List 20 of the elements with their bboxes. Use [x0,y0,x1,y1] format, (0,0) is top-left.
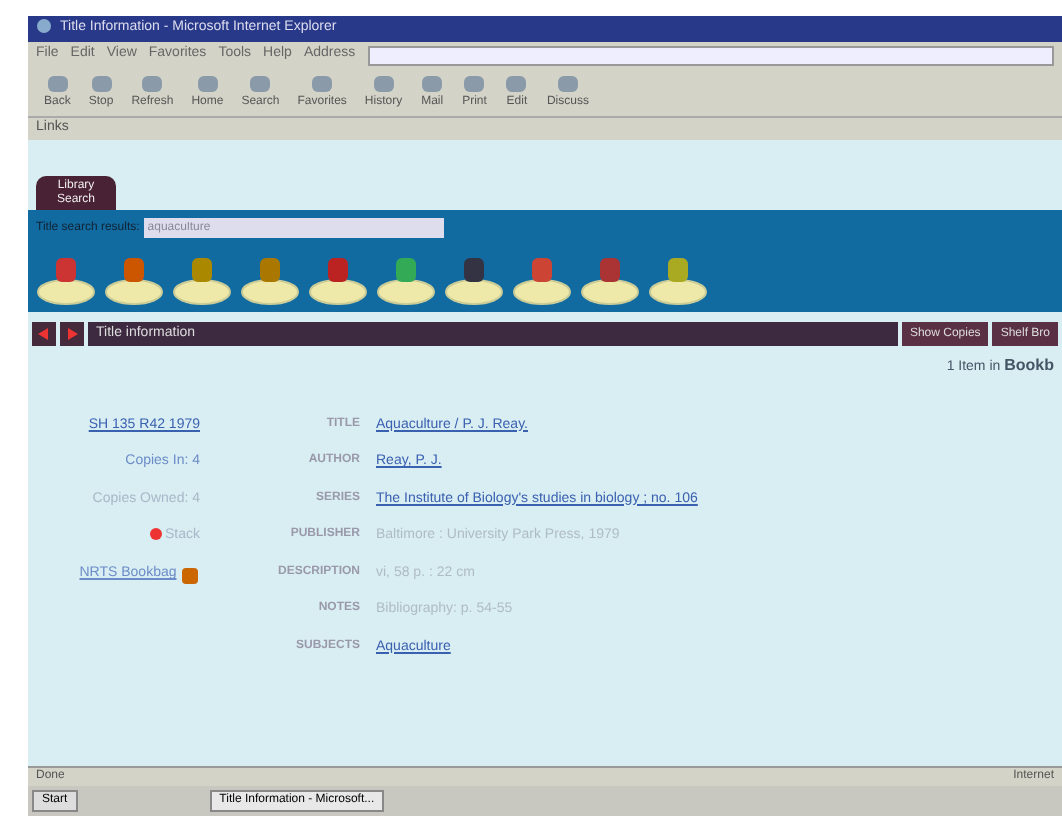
toolbar-icon [89,74,114,94]
toolbar-icon [462,74,487,94]
left-arrow-icon [38,328,50,341]
right-arrow-icon [66,328,78,341]
toolbar-icon [371,74,396,94]
bag-icon [180,563,200,584]
toolbar-icon [555,74,580,94]
toolbar-icon [248,74,273,94]
toolbar-icon [195,74,220,94]
toolbar-icon [310,74,335,94]
status-dot-icon [149,528,162,541]
bookbag-link[interactable]: Bookb [1004,356,1054,375]
arrow-button[interactable] [60,322,84,347]
toolbar-icon [140,74,165,94]
browser-icon [36,18,52,35]
toolbar-icon [504,74,529,94]
toolbar-icon [45,74,70,94]
toolbar-icon [420,74,445,94]
address-field[interactable] [367,45,1054,65]
arrow-button[interactable] [32,322,56,347]
